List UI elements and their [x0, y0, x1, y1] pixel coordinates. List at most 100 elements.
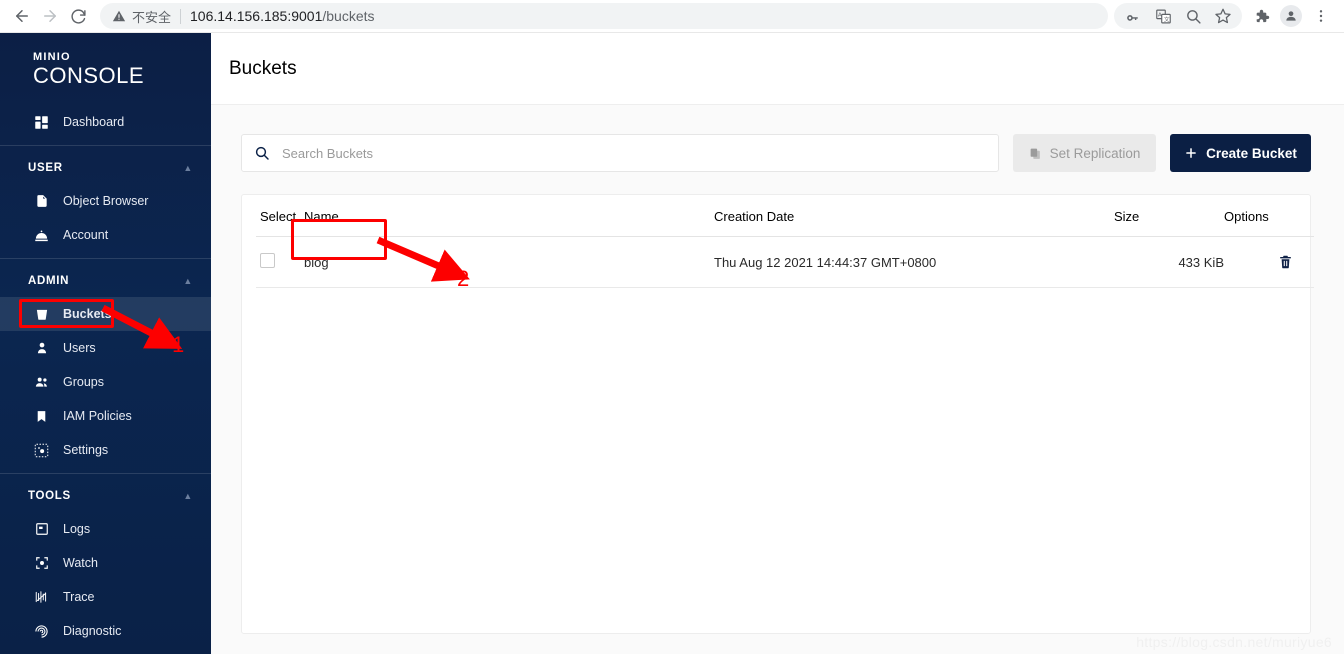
omnibox-divider	[180, 8, 182, 24]
row-select-cell[interactable]	[256, 236, 304, 288]
logo-console-text: CONSOLE	[33, 63, 145, 88]
sidebar-item-label: Settings	[63, 443, 109, 457]
section-label: TOOLS	[28, 490, 71, 502]
url-host: 106.14.156.185:9001	[190, 8, 323, 24]
sidebar-item-label: Diagnostic	[63, 624, 122, 638]
sidebar-item-label: Account	[63, 228, 109, 242]
table-row[interactable]: blog Thu Aug 12 2021 14:44:37 GMT+0800 4…	[256, 236, 1314, 288]
buckets-table-card: Select Name Creation Date Size Options b…	[241, 194, 1314, 634]
password-key-icon[interactable]	[1118, 4, 1148, 28]
logs-window-icon	[33, 521, 50, 538]
minio-logo[interactable]: MINIO CONSOLE	[0, 33, 211, 105]
user-icon	[33, 340, 50, 357]
zoom-search-icon[interactable]	[1178, 4, 1208, 28]
url-text: 106.14.156.185:9001/buckets	[190, 8, 375, 24]
watch-target-icon	[33, 555, 50, 572]
row-checkbox[interactable]	[260, 253, 275, 268]
create-bucket-label: Create Bucket	[1206, 145, 1297, 161]
sidebar-item-account[interactable]: Account	[0, 218, 211, 252]
chevron-up-icon: ▲	[183, 276, 193, 286]
bookmark-star-icon[interactable]	[1208, 4, 1238, 28]
sidebar-item-object-browser[interactable]: Object Browser	[0, 184, 211, 218]
buckets-table: Select Name Creation Date Size Options b…	[256, 195, 1314, 288]
sidebar-item-trace[interactable]: Trace	[0, 580, 211, 614]
sidebar-section-tools[interactable]: TOOLS ▲	[0, 480, 211, 512]
extensions-puzzle-icon[interactable]	[1246, 2, 1276, 30]
logo-minio-text: MINIO	[33, 51, 71, 63]
sidebar-item-settings[interactable]: Settings	[0, 433, 211, 467]
settings-gear-icon	[33, 442, 50, 459]
back-button[interactable]	[8, 2, 36, 30]
trace-waves-icon	[33, 589, 50, 606]
page-title: Buckets	[229, 57, 297, 79]
sidebar-item-label: Watch	[63, 556, 98, 570]
address-bar[interactable]: 不安全 106.14.156.185:9001/buckets	[100, 3, 1108, 29]
column-header-select: Select	[256, 195, 304, 237]
column-header-name: Name	[304, 195, 714, 237]
svg-text:A: A	[1158, 12, 1162, 18]
not-secure-warning-icon	[112, 9, 126, 23]
chevron-up-icon: ▲	[183, 491, 193, 501]
table-head: Select Name Creation Date Size Options	[256, 195, 1314, 237]
groups-icon	[33, 374, 50, 391]
security-status-label: 不安全	[132, 9, 172, 25]
row-options-cell[interactable]	[1224, 236, 1314, 288]
main-content: Buckets Set Replication	[211, 33, 1344, 654]
buckets-toolbar: Set Replication Create Bucket	[241, 134, 1311, 172]
chevron-up-icon: ▲	[183, 163, 193, 173]
copy-icon	[1029, 147, 1042, 160]
profile-avatar-icon[interactable]	[1276, 2, 1306, 30]
forward-button[interactable]	[36, 2, 64, 30]
url-path: /buckets	[322, 8, 375, 24]
watermark-text: https://blog.csdn.net/muriyue6	[1136, 634, 1332, 650]
trash-icon[interactable]	[1274, 251, 1296, 273]
row-creation-date: Thu Aug 12 2021 14:44:37 GMT+0800	[714, 236, 1114, 288]
set-replication-button[interactable]: Set Replication	[1013, 134, 1156, 172]
sidebar-section-user[interactable]: USER ▲	[0, 152, 211, 184]
bucket-icon	[33, 306, 50, 323]
page-root: 不安全 106.14.156.185:9001/buckets A文 MINIO…	[0, 0, 1344, 654]
diagnostic-spiral-icon	[33, 623, 50, 640]
page-header: Buckets	[211, 33, 1344, 105]
sidebar-item-groups[interactable]: Groups	[0, 365, 211, 399]
table-header-row: Select Name Creation Date Size Options	[256, 195, 1314, 237]
column-header-options: Options	[1224, 195, 1314, 237]
row-size: 433 KiB	[1114, 236, 1224, 288]
sidebar-item-label: Object Browser	[63, 194, 149, 208]
bookmark-icon	[33, 408, 50, 425]
translate-icon[interactable]: A文	[1148, 4, 1178, 28]
sidebar-item-label: Groups	[63, 375, 104, 389]
content-area: Set Replication Create Bucket Select	[211, 105, 1344, 654]
reload-button[interactable]	[64, 2, 92, 30]
three-dot-menu-icon[interactable]	[1306, 2, 1336, 30]
document-icon	[33, 193, 50, 210]
sidebar-item-diagnostic[interactable]: Diagnostic	[0, 614, 211, 648]
sidebar-item-watch[interactable]: Watch	[0, 546, 211, 580]
sidebar-item-label: Buckets	[63, 307, 112, 321]
section-label: ADMIN	[28, 275, 70, 287]
omnibox-action-group: A文	[1114, 3, 1242, 29]
sidebar-item-label: IAM Policies	[63, 409, 132, 423]
sidebar-item-users[interactable]: Users	[0, 331, 211, 365]
avatar	[1280, 5, 1302, 27]
sidebar-item-logs[interactable]: Logs	[0, 512, 211, 546]
search-input[interactable]	[280, 144, 986, 162]
column-header-creation-date: Creation Date	[714, 195, 1114, 237]
search-buckets-box[interactable]	[241, 134, 999, 172]
browser-toolbar: 不安全 106.14.156.185:9001/buckets A文	[0, 0, 1344, 33]
sidebar-item-dashboard[interactable]: Dashboard	[0, 105, 211, 139]
app-shell: MINIO CONSOLE Dashboard USER ▲ Object Br…	[0, 33, 1344, 654]
sidebar-item-label: Trace	[63, 590, 95, 604]
column-header-size: Size	[1114, 195, 1224, 237]
dashboard-grid-icon	[33, 114, 50, 131]
create-bucket-button[interactable]: Create Bucket	[1170, 134, 1311, 172]
search-icon	[254, 145, 270, 161]
sidebar-item-iam-policies[interactable]: IAM Policies	[0, 399, 211, 433]
sidebar-section-admin[interactable]: ADMIN ▲	[0, 265, 211, 297]
section-label: USER	[28, 162, 63, 174]
sidebar-item-label: Logs	[63, 522, 91, 536]
row-bucket-name[interactable]: blog	[304, 236, 714, 288]
sidebar: MINIO CONSOLE Dashboard USER ▲ Object Br…	[0, 33, 211, 654]
sidebar-item-buckets[interactable]: Buckets	[0, 297, 211, 331]
plus-icon	[1184, 146, 1198, 160]
